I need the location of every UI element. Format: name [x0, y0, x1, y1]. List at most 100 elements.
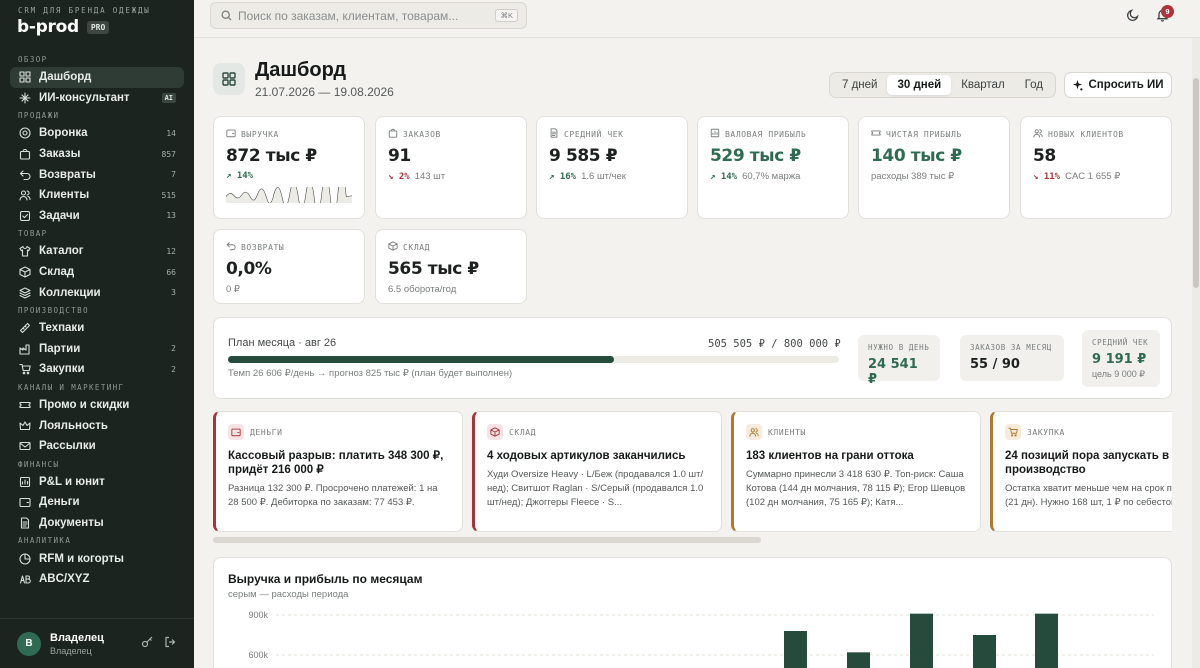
crown-icon	[19, 420, 31, 432]
sidebar-item-1-2[interactable]: Каталог 12	[10, 241, 184, 262]
kpi-value: 0,0%	[226, 259, 272, 279]
return-icon	[19, 169, 31, 181]
dashboard-icon	[213, 63, 245, 95]
period-tab-2[interactable]: 30 дней	[887, 75, 952, 95]
sidebar-item-1-0[interactable]: Дашборд	[10, 67, 184, 88]
alert-card[interactable]: Деньги Кассовый разрыв: платить 348 300 ₽…	[213, 411, 463, 532]
sidebar-item-label: Деньги	[39, 496, 80, 509]
sidebar-item-1-6[interactable]: RFM и когорты	[10, 548, 184, 569]
kpi-card[interactable]: Чистая прибыль 140 тыс ₽ расходы 389 тыс ₽	[858, 116, 1010, 219]
sidebar-item-2-5[interactable]: Деньги	[10, 492, 184, 513]
sidebar-item-1-1[interactable]: Воронка 14	[10, 123, 184, 144]
chart-bar[interactable]	[784, 631, 807, 668]
kpi-card[interactable]: Выручка 872 тыс ₽ ↗ 14%	[213, 116, 365, 219]
alert-card[interactable]: Закупка 24 позиций пора запускать в произ…	[990, 411, 1172, 532]
ticket-icon	[871, 128, 881, 140]
return-icon	[226, 241, 236, 253]
page-title: Дашборд	[255, 59, 347, 81]
mail-icon	[19, 440, 31, 452]
date-range: 21.07.2026 — 19.08.2026	[255, 85, 394, 99]
kpi-value: 529 тыс ₽	[710, 146, 801, 166]
scrollbar[interactable]	[1192, 38, 1200, 668]
sidebar-item-2-2[interactable]: Склад 66	[10, 262, 184, 283]
kpi-card[interactable]: Склад 565 тыс ₽ 6.5 оборота/год	[375, 229, 527, 304]
sidebar-item-label: Дашборд	[39, 71, 92, 84]
chart-bar[interactable]	[1035, 613, 1058, 668]
sidebar-item-3-1[interactable]: Возвраты 7	[10, 164, 184, 185]
target-icon	[19, 127, 31, 140]
kpi-card[interactable]: Валовая прибыль 529 тыс ₽ ↗ 14% 60,7% маржа	[697, 116, 849, 219]
ask-ai-button[interactable]: Спросить ИИ	[1064, 72, 1172, 98]
sidebar-item-label: Клиенты	[39, 189, 90, 202]
users-icon	[1033, 128, 1043, 140]
sidebar-item-3-3[interactable]: Закупки 2	[10, 359, 184, 380]
revenue-sparkline	[226, 187, 352, 203]
chart-bar[interactable]	[847, 652, 870, 668]
plan-stat: Средний чек 9 191 ₽ цель 9 000 ₽	[1082, 330, 1160, 387]
plan-forecast: Темп 26 606 ₽/день → прогноз 825 тыс ₽ (…	[228, 368, 513, 379]
sidebar-item-4-1[interactable]: Клиенты 515	[10, 185, 184, 206]
kpi-note: 60,7% маржа	[742, 171, 801, 182]
period-tab-1[interactable]: 7 дней	[832, 75, 887, 95]
alert-card[interactable]: Склад 4 ходовых артикулов заканчились Худи…	[472, 411, 722, 532]
sidebar-item-2-6[interactable]: ABC/XYZ	[10, 569, 184, 590]
sidebar-item-2-3[interactable]: Партии 2	[10, 339, 184, 360]
sidebar-item-count: 857	[161, 149, 176, 159]
sidebar-item-3-5[interactable]: Документы	[10, 513, 184, 534]
bag-icon	[19, 148, 31, 160]
moon-icon[interactable]	[1126, 8, 1140, 27]
checkbox-icon	[19, 210, 31, 222]
sidebar-item-label: Коллекции	[39, 286, 101, 299]
kpi-card[interactable]: Заказов 91 ↘ 2% 143 шт	[375, 116, 527, 219]
sparkle-icon	[1073, 79, 1083, 90]
users-icon	[746, 424, 762, 440]
sidebar-item-1-3[interactable]: Техпаки	[10, 318, 184, 339]
sparkle-icon	[19, 92, 31, 104]
search-shortcut: ⌘K	[495, 9, 518, 22]
sidebar-item-1-5[interactable]: P&L и юнит	[10, 472, 184, 493]
nav-section-title: Финансы	[18, 459, 60, 469]
sidebar-item-1-4[interactable]: Промо и скидки	[10, 395, 184, 416]
sidebar-item-label: Склад	[39, 266, 75, 279]
avatar[interactable]: В	[17, 631, 41, 656]
sidebar-item-2-1[interactable]: Заказы 857	[10, 144, 184, 165]
chart-bar[interactable]	[910, 613, 933, 668]
period-tab-4[interactable]: Год	[1015, 75, 1053, 95]
sidebar-item-3-4[interactable]: Рассылки	[10, 436, 184, 457]
pie-icon	[19, 553, 31, 565]
plan-stat-label: Средний чек	[1092, 338, 1149, 347]
user-role: Владелец	[50, 645, 92, 656]
ask-ai-label: Спросить ИИ	[1088, 79, 1164, 91]
search-input[interactable]: Поиск по заказам, клиентам, товарам... ⌘…	[210, 2, 527, 29]
chart-bar[interactable]	[973, 635, 996, 668]
kpi-delta: ↘ 2%	[388, 171, 410, 182]
ticket-icon	[19, 399, 31, 411]
box-icon	[487, 424, 503, 440]
nav-section-title: Продажи	[18, 111, 60, 121]
alerts-scrollbar[interactable]	[213, 537, 761, 543]
sidebar-item-label: Партии	[39, 342, 81, 355]
sidebar-item-5-1[interactable]: Задачи 13	[10, 206, 184, 227]
nav-section-title: Товар	[18, 229, 48, 239]
alert-card[interactable]: Клиенты 183 клиентов на грани оттока Сумма…	[731, 411, 981, 532]
kpi-label: Выручка	[241, 129, 279, 139]
revenue-chart-card: Выручка и прибыль по месяцам серым — рас…	[213, 557, 1172, 668]
sidebar-item-2-4[interactable]: Лояльность	[10, 415, 184, 436]
brand[interactable]: b-prod PRO	[17, 17, 110, 37]
sidebar-item-count: 7	[171, 170, 176, 180]
grid-icon	[19, 71, 31, 83]
sidebar-item-3-2[interactable]: Коллекции 3	[10, 282, 184, 303]
key-icon[interactable]	[141, 635, 153, 653]
logout-icon[interactable]	[164, 635, 176, 653]
sidebar-item-2-0[interactable]: ИИ-консультант AI	[10, 88, 184, 109]
kpi-card[interactable]: Новых клиентов 58 ↘ 11% CAC 1 655 ₽	[1020, 116, 1172, 219]
kpi-delta: ↗ 16%	[549, 171, 577, 182]
sidebar-item-count: 14	[166, 128, 176, 138]
plan-badge: PRO	[86, 20, 110, 34]
kpi-card[interactable]: Средний чек 9 585 ₽ ↗ 16% 1.6 шт/чек	[536, 116, 688, 219]
kpi-card[interactable]: Возвраты 0,0% 0 ₽	[213, 229, 365, 304]
notification-badge: 9	[1161, 5, 1174, 18]
scrollbar-thumb[interactable]	[1193, 78, 1199, 288]
kpi-value: 91	[388, 146, 411, 166]
period-tab-3[interactable]: Квартал	[951, 75, 1014, 95]
